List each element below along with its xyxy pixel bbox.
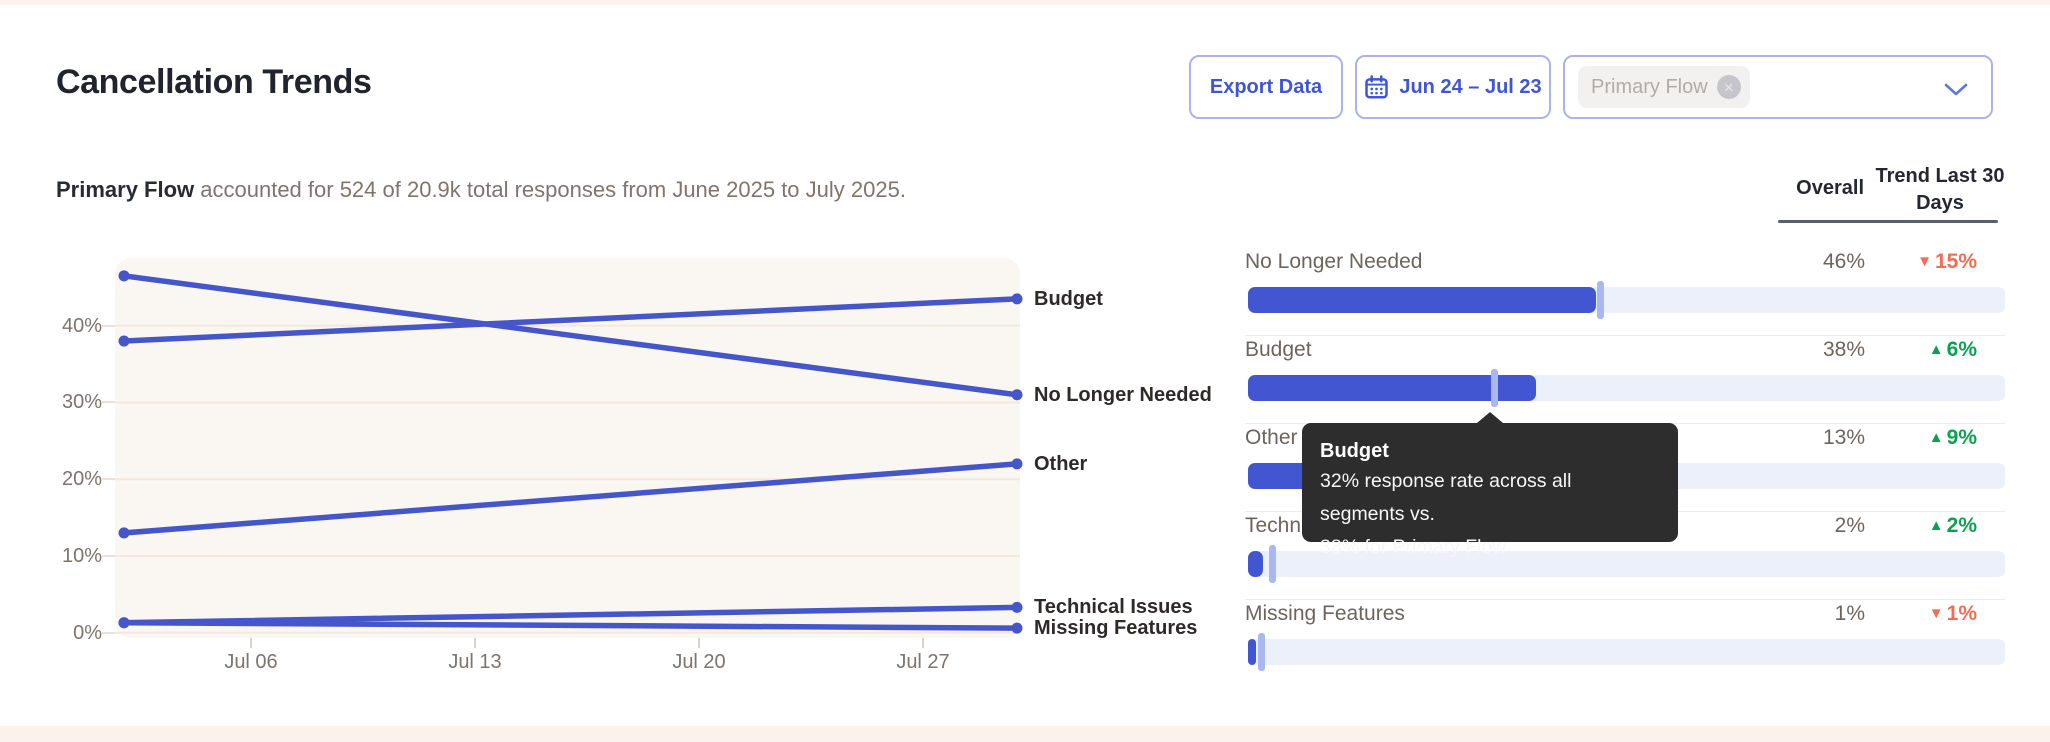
segment-filter-select[interactable]: Primary Flow × (1563, 55, 1993, 119)
chart-point (1012, 602, 1023, 613)
segment-label-missing-features: Missing Features (1245, 601, 1405, 627)
y-axis-tick-mark (102, 325, 115, 327)
segment-bar-fill (1248, 287, 1596, 313)
segment-label-budget: Budget (1245, 337, 1312, 363)
x-axis-tick-label: Jul 20 (629, 651, 769, 674)
tooltip-line-1: 32% response rate across all segments vs… (1320, 465, 1660, 531)
x-axis-tick-mark (474, 638, 476, 648)
series-label-no-longer-needed: No Longer Needed (1034, 382, 1212, 408)
chart-point (1012, 389, 1023, 400)
date-range-label: Jun 24 – Jul 23 (1399, 76, 1541, 99)
y-axis-tick-label: 30% (22, 389, 102, 415)
chevron-down-icon (1943, 82, 1969, 103)
series-label-other: Other (1034, 451, 1087, 477)
line-chart-plot (115, 258, 1020, 638)
trend-up-icon: ▲ (1929, 517, 1944, 534)
y-axis-tick-label: 20% (22, 466, 102, 492)
y-axis-tick-mark (102, 555, 115, 557)
tooltip-line-2: 38% for Primary Flow (1320, 531, 1660, 564)
segment-label-other: Other (1245, 425, 1298, 451)
trend-down-icon: ▼ (1929, 605, 1944, 622)
segment-label-no-longer-needed: No Longer Needed (1245, 249, 1422, 275)
segment-bar-track[interactable] (1248, 375, 2005, 401)
export-data-button[interactable]: Export Data (1189, 55, 1343, 119)
summary-text: Primary Flow accounted for 524 of 20.9k … (56, 177, 906, 203)
calendar-icon (1364, 75, 1389, 100)
segment-bar-fill (1248, 639, 1256, 665)
column-header-trend-last-30-days: Trend Last 30 Days (1870, 163, 2010, 217)
all-segments-marker[interactable] (1258, 633, 1265, 671)
y-axis-tick-label: 40% (22, 313, 102, 339)
x-axis-tick-label: Jul 13 (405, 651, 545, 674)
y-axis-tick-label: 10% (22, 543, 102, 569)
filter-chip[interactable]: Primary Flow × (1578, 66, 1750, 108)
series-label-missing-features: Missing Features (1034, 615, 1197, 641)
y-axis-tick-mark (102, 632, 115, 634)
row-separator (1245, 335, 2005, 336)
cancellation-trends-card: Cancellation Trends Export Data Jun 24 –… (0, 5, 2050, 726)
row-separator (1245, 599, 2005, 600)
segment-bar-track[interactable] (1248, 639, 2005, 665)
trend-value: ▲2% (1765, 513, 1977, 539)
all-segments-marker[interactable] (1269, 545, 1276, 583)
page-title: Cancellation Trends (56, 63, 371, 102)
x-axis-tick-mark (698, 638, 700, 648)
tooltip-title: Budget (1320, 438, 1660, 465)
all-segments-marker[interactable] (1597, 281, 1604, 319)
chart-line-other (124, 464, 1017, 533)
trend-value: ▼15% (1765, 249, 1977, 275)
series-label-budget: Budget (1034, 286, 1103, 312)
x-axis-tick-mark (250, 638, 252, 648)
chart-point (1012, 623, 1023, 634)
chart-point (119, 336, 130, 347)
budget-tooltip: Budget 32% response rate across all segm… (1302, 423, 1678, 542)
chart-line-missing-features (124, 623, 1017, 628)
y-axis-tick-mark (102, 478, 115, 480)
chart-point (1012, 458, 1023, 469)
trend-value: ▲9% (1765, 425, 1977, 451)
export-data-label: Export Data (1210, 76, 1322, 99)
y-axis-tick-label: 0% (22, 620, 102, 646)
remove-filter-icon[interactable]: × (1717, 75, 1741, 99)
header-underline (1778, 220, 1998, 223)
column-header-overall: Overall (1764, 175, 1864, 201)
chart-point (119, 617, 130, 628)
trend-down-icon: ▼ (1917, 253, 1932, 270)
trend-value: ▼1% (1765, 601, 1977, 627)
page-background: Cancellation Trends Export Data Jun 24 –… (0, 0, 2050, 742)
trend-up-icon: ▲ (1929, 341, 1944, 358)
y-axis-tick-mark (102, 401, 115, 403)
segment-bar-track[interactable] (1248, 287, 2005, 313)
filter-chip-label: Primary Flow (1591, 76, 1708, 99)
trend-up-icon: ▲ (1929, 429, 1944, 446)
chart-point (1012, 293, 1023, 304)
chart-point (119, 527, 130, 538)
summary-detail: accounted for 524 of 20.9k total respons… (194, 177, 906, 202)
date-range-button[interactable]: Jun 24 – Jul 23 (1355, 55, 1551, 119)
x-axis-tick-label: Jul 06 (181, 651, 321, 674)
chart-line-technical-issues (124, 607, 1017, 622)
tooltip-arrow (1477, 412, 1503, 423)
x-axis-tick-label: Jul 27 (853, 651, 993, 674)
chart-point (119, 270, 130, 281)
segment-bar-fill (1248, 551, 1263, 577)
summary-segment-name: Primary Flow (56, 177, 194, 202)
all-segments-marker[interactable] (1491, 369, 1498, 407)
trend-value: ▲6% (1765, 337, 1977, 363)
x-axis-tick-mark (922, 638, 924, 648)
